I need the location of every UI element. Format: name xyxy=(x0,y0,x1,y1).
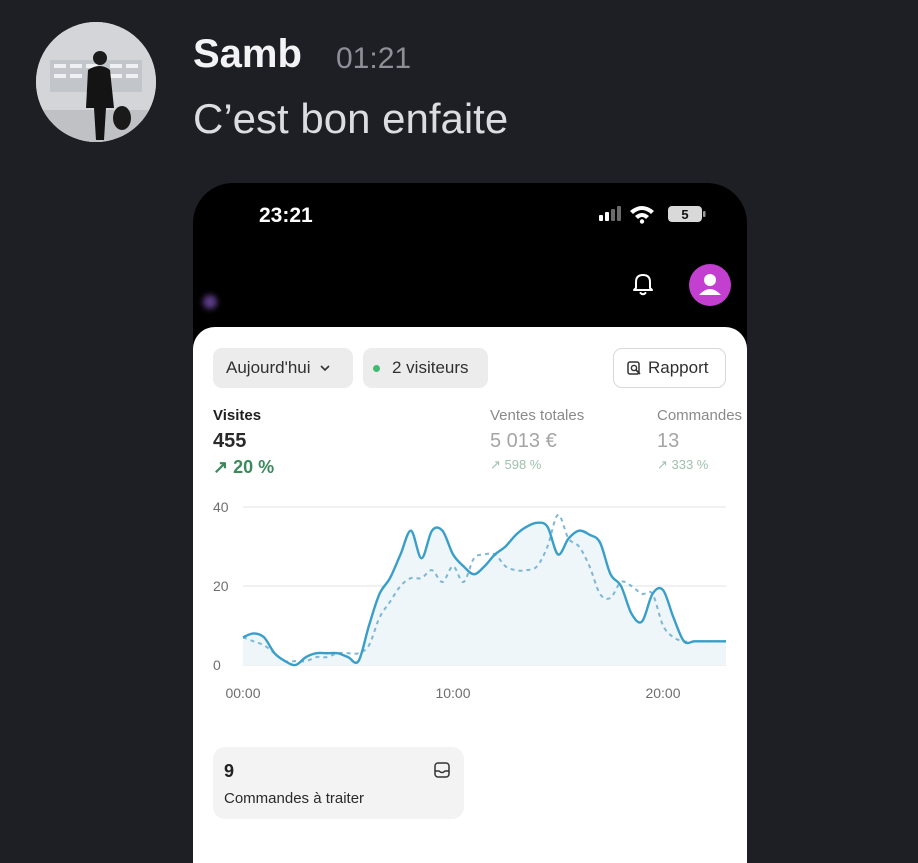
orders-label: Commandes à traiter xyxy=(224,790,365,807)
x-tick-label: 10:00 xyxy=(435,685,470,701)
profile-button[interactable] xyxy=(689,264,731,306)
metric-value: 455 xyxy=(213,430,247,452)
wifi-icon xyxy=(630,206,654,224)
app-header xyxy=(193,253,747,327)
orders-count: 9 xyxy=(224,761,235,781)
analytics-card: Aujourd'hui 2 visiteurs Rapport Visites … xyxy=(193,327,747,863)
attached-screenshot[interactable]: 23:21 5 Aujourd'hui 2 visiteurs Rapport … xyxy=(193,183,747,863)
metric-value: 5 013 € xyxy=(490,430,557,452)
blurred-logo xyxy=(203,295,217,309)
battery-icon: 5 xyxy=(668,206,706,222)
date-range-label: Aujourd'hui xyxy=(226,358,311,377)
message-timestamp: 01:21 xyxy=(336,42,412,75)
avatar-photo xyxy=(36,22,156,142)
status-icons: 5 xyxy=(597,203,707,230)
report-label: Rapport xyxy=(648,358,709,377)
battery-level: 5 xyxy=(681,207,688,222)
metric-delta: ↗ 333 % xyxy=(657,457,709,472)
metric-orders[interactable]: Commandes 13 ↗ 333 % xyxy=(657,407,742,473)
date-range-dropdown[interactable]: Aujourd'hui xyxy=(213,348,353,388)
report-icon xyxy=(627,360,641,375)
report-button[interactable]: Rapport xyxy=(613,348,726,388)
live-visitors-badge[interactable]: 2 visiteurs xyxy=(363,348,488,388)
live-dot-icon xyxy=(373,364,380,372)
avatar[interactable] xyxy=(36,22,156,142)
inbox-icon xyxy=(434,762,450,778)
y-tick-label: 40 xyxy=(213,499,229,515)
chevron-down-icon xyxy=(319,365,330,372)
profile-icon xyxy=(699,274,721,295)
message-author[interactable]: Samb xyxy=(193,32,302,77)
metric-label: Commandes xyxy=(657,407,743,424)
signal-icon xyxy=(599,206,621,221)
orders-to-process-tile[interactable]: 9 Commandes à traiter xyxy=(213,747,464,819)
metric-value: 13 xyxy=(657,430,680,452)
visits-chart[interactable]: 40 20 000:00 10:00 20:00 xyxy=(193,497,747,727)
metric-total-sales[interactable]: Ventes totales 5 013 € ↗ 598 % xyxy=(490,407,584,473)
metric-delta: ↗ 20 % xyxy=(213,457,275,477)
x-tick-label: 20:00 xyxy=(645,685,680,701)
live-visitors-label: 2 visiteurs xyxy=(392,358,469,377)
message-text: C’est bon enfaite xyxy=(193,95,509,142)
metric-label: Ventes totales xyxy=(490,407,585,424)
x-tick-label: 00:00 xyxy=(225,685,260,701)
bell-icon[interactable] xyxy=(631,271,655,297)
metric-label: Visites xyxy=(213,407,262,424)
status-time: 23:21 xyxy=(259,204,313,227)
metric-visits[interactable]: Visites 455 ↗ 20 % xyxy=(213,407,274,478)
y-tick-label: 0 xyxy=(213,657,221,673)
metric-delta: ↗ 598 % xyxy=(490,457,542,472)
y-tick-label: 20 xyxy=(213,578,229,594)
